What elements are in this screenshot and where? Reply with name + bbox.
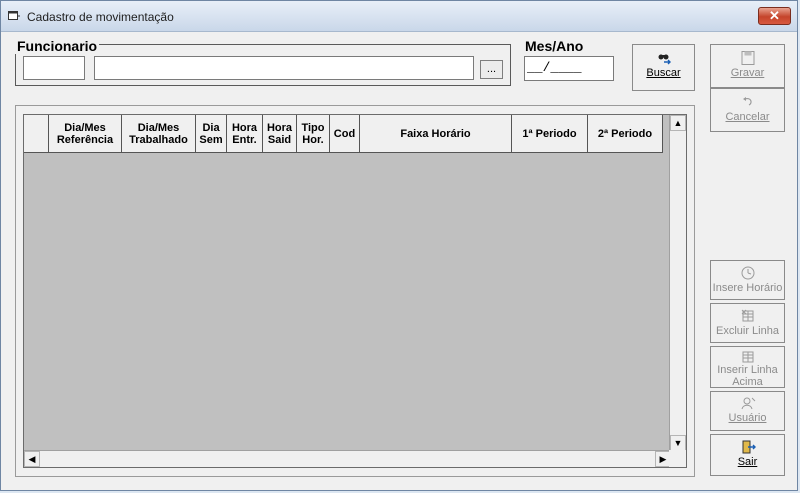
col-label-1a: Dia/Mes bbox=[64, 121, 106, 134]
col-dia-sem[interactable]: Dia Sem bbox=[196, 115, 227, 153]
mesano-label: Mes/Ano bbox=[525, 38, 584, 54]
col-faixa-horario[interactable]: Faixa Horário bbox=[360, 115, 512, 153]
user-icon bbox=[741, 397, 755, 410]
col-label-3b: Sem bbox=[199, 133, 223, 146]
col-hora-entr[interactable]: Hora Entr. bbox=[227, 115, 263, 153]
col-dia-mes-referencia[interactable]: Dia/Mes Referência bbox=[49, 115, 122, 153]
insere-horario-label: Insere Horário bbox=[712, 282, 783, 294]
funcionario-code-input[interactable] bbox=[23, 56, 85, 80]
col-1-periodo[interactable]: 1ª Periodo bbox=[512, 115, 588, 153]
col-cod[interactable]: Cod bbox=[330, 115, 360, 153]
grid-header: Dia/Mes Referência Dia/Mes Trabalhado Dia S… bbox=[24, 115, 663, 153]
buscar-label: Buscar bbox=[646, 67, 681, 79]
insert-row-icon bbox=[742, 351, 753, 363]
col-label-4b: Entr. bbox=[232, 133, 257, 146]
clock-icon bbox=[741, 266, 754, 280]
form-client-area: ... Funcionario Mes/Ano __/____ Buscar G… bbox=[7, 32, 793, 486]
col-label-1b: Referência bbox=[56, 133, 114, 146]
col-label-6b: Hor. bbox=[302, 133, 324, 146]
usuario-button[interactable]: Usuário bbox=[710, 391, 785, 431]
scroll-left-icon[interactable]: ◀ bbox=[24, 451, 40, 467]
grid-horizontal-scrollbar[interactable]: ◀ ▶ bbox=[24, 450, 671, 467]
cancelar-label: Cancelar bbox=[725, 111, 770, 123]
insere-horario-button[interactable]: Insere Horário bbox=[710, 260, 785, 300]
scroll-down-icon[interactable]: ▼ bbox=[670, 435, 686, 451]
inserir-linha-label-1: Inserir Linha bbox=[717, 364, 778, 376]
exit-door-icon bbox=[742, 440, 756, 454]
title-bar[interactable]: Cadastro de movimentação ✕ bbox=[1, 1, 797, 32]
movimentacao-grid[interactable]: Dia/Mes Referência Dia/Mes Trabalhado Dia S… bbox=[23, 114, 687, 468]
undo-icon bbox=[742, 97, 752, 106]
mesano-mask: __/____ bbox=[527, 60, 582, 75]
funcionario-label: Funcionario bbox=[15, 38, 100, 54]
col-dia-mes-trabalhado[interactable]: Dia/Mes Trabalhado bbox=[122, 115, 196, 153]
mesano-input[interactable]: __/____ bbox=[524, 56, 614, 81]
close-button[interactable]: ✕ bbox=[758, 7, 791, 25]
main-window: Cadastro de movimentação ✕ ... Funcionar… bbox=[0, 0, 798, 491]
window-icon bbox=[8, 11, 20, 20]
col-label-4a: Hora bbox=[231, 121, 258, 134]
sair-button[interactable]: Sair bbox=[710, 434, 785, 476]
col-label-6a: Tipo bbox=[301, 121, 325, 134]
col-label-5b: Said bbox=[267, 133, 292, 146]
col-label-2a: Dia/Mes bbox=[137, 121, 180, 134]
excluir-linha-label: Excluir Linha bbox=[716, 325, 779, 337]
col-label-3a: Dia bbox=[202, 121, 220, 134]
col-label-8: Faixa Horário bbox=[400, 127, 471, 140]
col-label-7: Cod bbox=[333, 127, 356, 140]
gravar-label: Gravar bbox=[730, 67, 765, 79]
grid-vertical-scrollbar[interactable]: ▲ ▼ bbox=[669, 115, 686, 451]
col-hora-said[interactable]: Hora Said bbox=[263, 115, 297, 153]
cancelar-button[interactable]: Cancelar bbox=[710, 88, 785, 132]
col-label-10: 2ª Periodo bbox=[597, 127, 653, 140]
inserir-linha-acima-button[interactable]: Inserir Linha Acima bbox=[710, 346, 785, 388]
funcionario-name-input[interactable] bbox=[94, 56, 474, 80]
col-label-9: 1ª Periodo bbox=[522, 127, 577, 140]
usuario-label: Usuário bbox=[728, 412, 767, 424]
buscar-button[interactable]: Buscar bbox=[632, 44, 695, 91]
excluir-linha-button[interactable]: Excluir Linha bbox=[710, 303, 785, 343]
col-label-2b: Trabalhado bbox=[129, 133, 188, 146]
inserir-linha-label-2: Acima bbox=[732, 376, 763, 388]
sair-label: Sair bbox=[737, 456, 758, 468]
gravar-button[interactable]: Gravar bbox=[710, 44, 785, 88]
col-tipo-hor[interactable]: Tipo Hor. bbox=[297, 115, 330, 153]
binoculars-icon bbox=[658, 54, 671, 65]
scrollbar-corner bbox=[669, 450, 686, 467]
delete-row-icon bbox=[741, 309, 753, 322]
scroll-up-icon[interactable]: ▲ bbox=[670, 115, 686, 131]
grid-header-indicator[interactable] bbox=[24, 115, 49, 153]
col-label-5a: Hora bbox=[266, 121, 293, 134]
col-2-periodo[interactable]: 2ª Periodo bbox=[588, 115, 663, 153]
window-title: Cadastro de movimentação bbox=[27, 10, 174, 24]
floppy-disk-icon bbox=[741, 51, 754, 65]
funcionario-browse-button[interactable]: ... bbox=[480, 60, 503, 79]
